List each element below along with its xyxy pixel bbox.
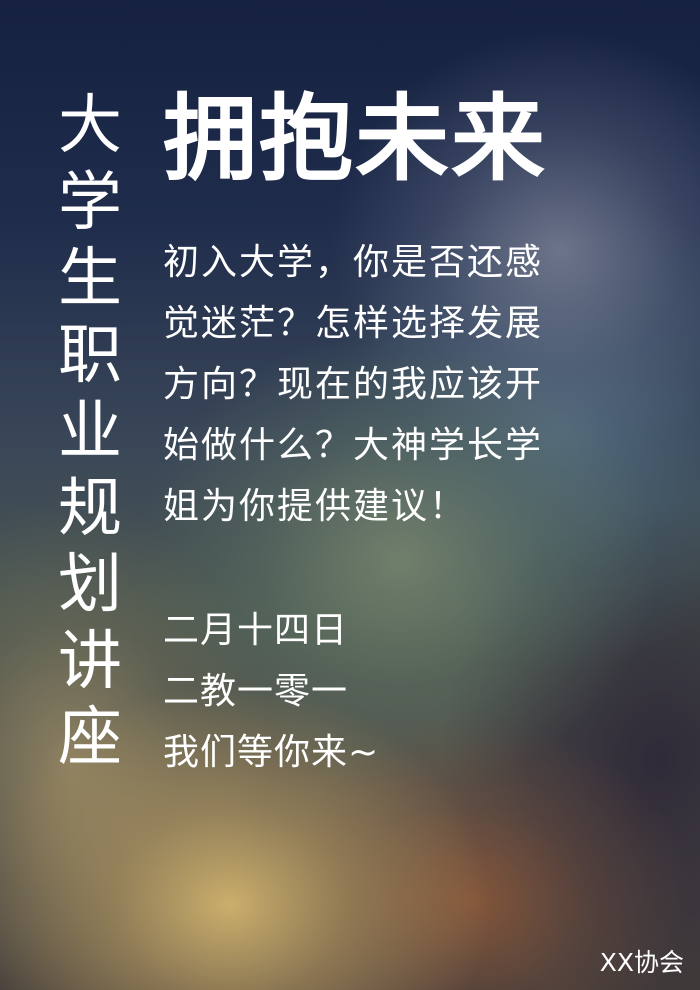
invitation-text: 我们等你来~ <box>163 732 380 773</box>
vertical-lecture-title: 大学生职业规划讲座 <box>58 89 122 775</box>
organizer-label: XX协会 <box>599 948 684 977</box>
event-location: 二教一零一 <box>163 671 349 712</box>
main-title: 拥抱未来 <box>163 85 548 194</box>
event-date: 二月十四日 <box>163 610 349 651</box>
event-info: 二月十四日 二教一零一 我们等你来~ <box>163 600 379 783</box>
intro-paragraph: 初入大学，你是否还感觉迷茫？怎样选择发展方向？现在的我应该开始做什么？大神学长学… <box>163 242 544 527</box>
